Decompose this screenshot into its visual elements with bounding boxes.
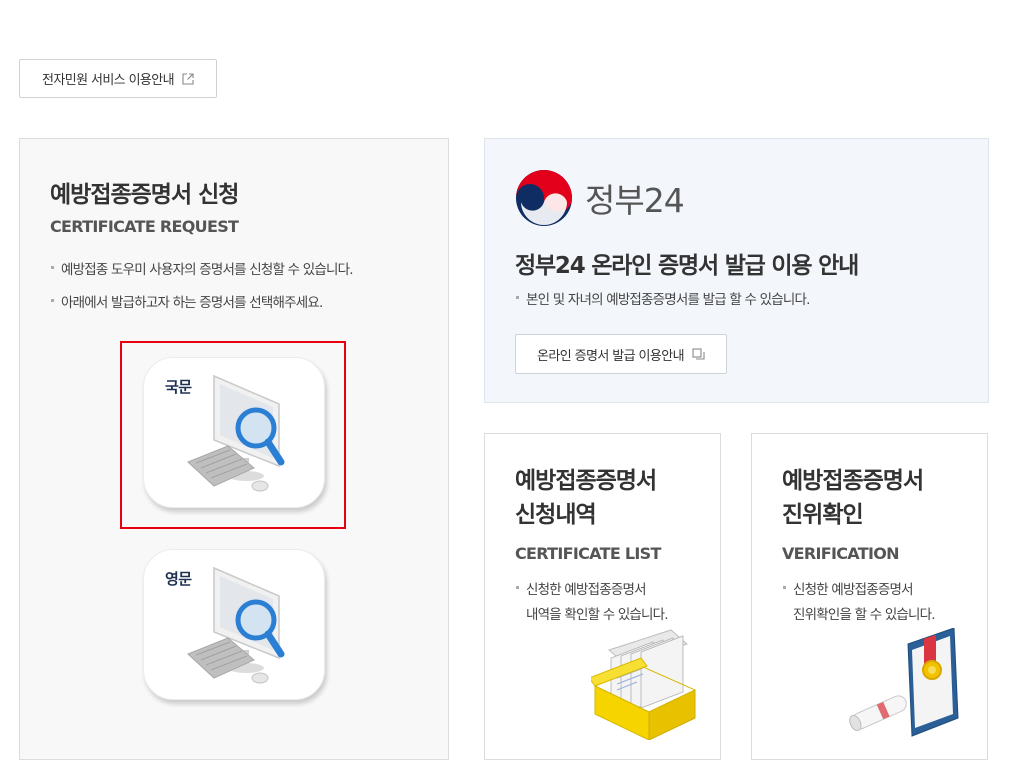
gov24-panel: 정부24 정부24 온라인 증명서 발급 이용 안내 본인 및 자녀의 예방접종… bbox=[484, 138, 989, 403]
certificate-list-panel[interactable]: 예방접종증명서 신청내역 CERTIFICATE LIST 신청한 예방접종증명… bbox=[484, 433, 721, 760]
request-bullet: 예방접종 도우미 사용자의 증명서를 신청할 수 있습니다. bbox=[50, 258, 354, 283]
verify-bullet-line1: 신청한 예방접종증명서 bbox=[793, 582, 914, 598]
document-box-icon bbox=[591, 629, 697, 740]
gov24-logo-text: 정부24 bbox=[585, 181, 685, 220]
verify-bullet: 신청한 예방접종증명서 진위확인을 할 수 있습니다. bbox=[782, 578, 936, 628]
verify-bullet-line2: 진위확인을 할 수 있습니다. bbox=[793, 607, 936, 623]
external-link-icon bbox=[182, 72, 194, 85]
copy-icon bbox=[692, 348, 705, 360]
service-guide-button[interactable]: 전자민원 서비스 이용안내 bbox=[19, 59, 217, 98]
computer-search-icon bbox=[187, 566, 285, 684]
request-subtitle: CERTIFICATE REQUEST bbox=[50, 217, 239, 236]
verify-title-line1: 예방접종증명서 bbox=[782, 468, 924, 494]
list-bullet-line2: 내역을 확인할 수 있습니다. bbox=[526, 607, 669, 623]
gov24-title: 정부24 온라인 증명서 발급 이용 안내 bbox=[515, 253, 859, 279]
verify-subtitle: VERIFICATION bbox=[782, 544, 900, 563]
verify-title: 예방접종증명서 진위확인 bbox=[782, 464, 924, 532]
gov24-bullet: 본인 및 자녀의 예방접종증명서를 발급 할 수 있습니다. bbox=[515, 288, 810, 313]
list-title-line2: 신청내역 bbox=[515, 502, 597, 528]
request-title: 예방접종증명서 신청 bbox=[50, 182, 239, 208]
verification-panel[interactable]: 예방접종증명서 진위확인 VERIFICATION 신청한 예방접종증명서 진위… bbox=[751, 433, 988, 760]
certificate-award-icon bbox=[849, 628, 959, 737]
list-title-line1: 예방접종증명서 bbox=[515, 468, 657, 494]
selection-highlight bbox=[120, 341, 346, 529]
list-subtitle: CERTIFICATE LIST bbox=[515, 544, 661, 563]
list-bullet-line1: 신청한 예방접종증명서 bbox=[526, 582, 647, 598]
request-bullet: 아래에서 발급하고자 하는 증명서를 선택해주세요. bbox=[50, 291, 323, 316]
english-certificate-button[interactable]: 영문 bbox=[143, 549, 325, 700]
online-certificate-guide-button[interactable]: 온라인 증명서 발급 이용안내 bbox=[515, 334, 727, 374]
verify-title-line2: 진위확인 bbox=[782, 502, 864, 528]
list-bullet: 신청한 예방접종증명서 내역을 확인할 수 있습니다. bbox=[515, 578, 669, 628]
service-guide-label: 전자민원 서비스 이용안내 bbox=[41, 73, 175, 88]
taegeuk-logo-icon bbox=[516, 170, 572, 226]
gov24-logo: 정부24 bbox=[515, 169, 685, 227]
list-title: 예방접종증명서 신청내역 bbox=[515, 464, 657, 532]
online-certificate-guide-label: 온라인 증명서 발급 이용안내 bbox=[537, 348, 685, 364]
